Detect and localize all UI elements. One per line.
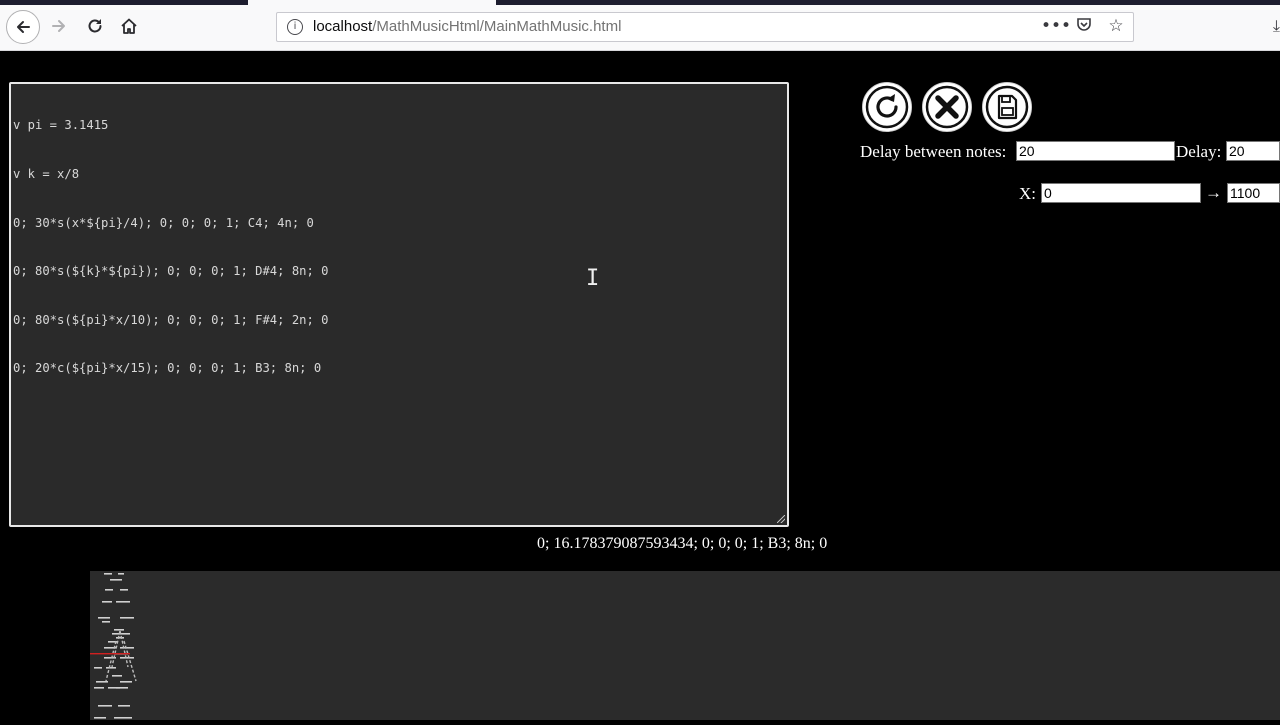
- delay-between-notes-label: Delay between notes:: [860, 142, 1007, 161]
- reload-button[interactable]: [80, 11, 110, 41]
- save-icon: [985, 85, 1029, 129]
- note-trace: [112, 675, 122, 677]
- save-button[interactable]: [982, 82, 1032, 132]
- x-label: X:: [1019, 184, 1036, 203]
- note-trace: [98, 705, 112, 707]
- note-trace: [116, 601, 130, 603]
- forward-button[interactable]: [44, 11, 74, 41]
- bookmark-star-icon[interactable]: ☆: [1105, 16, 1127, 39]
- note-trace: [110, 579, 122, 581]
- x-from-input[interactable]: [1041, 183, 1201, 203]
- note-trace: [104, 573, 112, 575]
- url-host: localhost: [313, 18, 373, 35]
- note-trace: [94, 687, 104, 689]
- note-trace: [120, 647, 134, 649]
- editor-line: 0; 30*s(x*${pi}/4); 0; 0; 0; 1; C4; 4n; …: [13, 215, 314, 230]
- note-trace: [98, 617, 110, 619]
- position-marker: [90, 653, 130, 655]
- note-trace: [118, 705, 130, 707]
- note-trace: [116, 687, 128, 689]
- note-trace: [106, 667, 116, 669]
- back-arrow-icon: [17, 21, 30, 33]
- url-text[interactable]: localhost/MathMusicHtml/MainMathMusic.ht…: [313, 18, 621, 35]
- close-icon: [925, 85, 969, 129]
- note-trace: [94, 717, 106, 719]
- delay-input[interactable]: [1226, 141, 1280, 161]
- resize-grip[interactable]: [777, 515, 785, 523]
- reset-button[interactable]: [862, 82, 912, 132]
- editor-line: 0; 20*c(${pi}*x/15); 0; 0; 0; 1; B3; 8n;…: [13, 361, 322, 376]
- reset-icon: [865, 85, 909, 129]
- home-button[interactable]: [114, 11, 144, 41]
- delay-between-notes-input[interactable]: [1016, 141, 1175, 161]
- download-icon[interactable]: ⤓: [1273, 16, 1280, 36]
- info-icon[interactable]: i: [287, 19, 303, 35]
- back-button[interactable]: [6, 10, 40, 44]
- editor-line: 0; 80*s(${pi}*x/10); 0; 0; 0; 1; F#4; 2n…: [13, 312, 329, 327]
- range-arrow: →: [1205, 183, 1222, 202]
- stop-button[interactable]: [922, 82, 972, 132]
- note-trace: [102, 601, 112, 603]
- note-trace: [114, 717, 132, 719]
- note-trace: [116, 637, 124, 639]
- pocket-icon[interactable]: [1073, 16, 1095, 39]
- url-bar[interactable]: i localhost/MathMusicHtml/MainMathMusic.…: [276, 12, 1134, 42]
- url-path: /MathMusicHtml/MainMathMusic.html: [372, 18, 622, 35]
- note-trace: [96, 681, 108, 683]
- forward-arrow-icon: [52, 20, 65, 32]
- editor-line: v k = x/8: [13, 167, 80, 182]
- note-trace: [111, 630, 121, 668]
- editor-line: v pi = 3.1415: [13, 118, 109, 133]
- reload-icon: [88, 19, 102, 33]
- url-actions: ••• ☆: [1041, 16, 1127, 39]
- note-trace: [114, 629, 124, 631]
- visualization-canvas[interactable]: [90, 571, 1280, 720]
- editor-line: 0; 80*s(${k}*${pi}); 0; 0; 0; 1; D#4; 8n…: [13, 264, 329, 279]
- visualization-svg: [90, 573, 137, 719]
- note-trace: [120, 681, 132, 683]
- note-trace: [102, 621, 110, 623]
- more-dots-icon[interactable]: •••: [1041, 16, 1071, 39]
- note-trace: [118, 573, 124, 575]
- note-trace: [119, 630, 129, 668]
- code-editor[interactable]: v pi = 3.1415 v k = x/8 0; 30*s(x*${pi}/…: [9, 82, 789, 527]
- tab-strip-left: [0, 0, 248, 5]
- ibeam-cursor-icon: I: [586, 266, 600, 291]
- delay-label: Delay:: [1176, 142, 1222, 161]
- note-trace: [105, 589, 113, 591]
- note-trace: [120, 617, 134, 619]
- home-icon: [121, 18, 137, 34]
- note-trace: [120, 589, 128, 591]
- tab-strip-right: [496, 0, 1280, 5]
- note-trace: [94, 667, 102, 669]
- x-to-input[interactable]: [1227, 183, 1280, 203]
- note-trace: [120, 657, 134, 659]
- browser-toolbar: i localhost/MathMusicHtml/MainMathMusic.…: [0, 0, 1280, 51]
- output-line: 0; 16.178379087593434; 0; 0; 0; 1; B3; 8…: [537, 535, 828, 552]
